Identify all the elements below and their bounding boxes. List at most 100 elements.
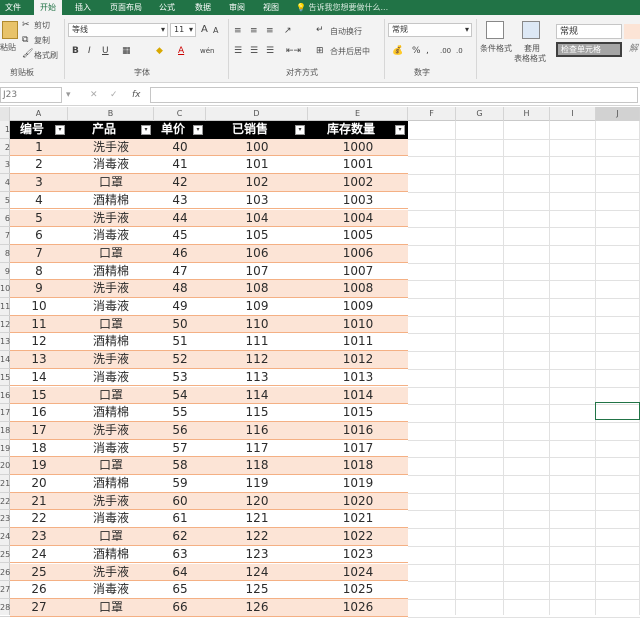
table-cell[interactable]: 44 [154, 210, 206, 228]
row-header[interactable]: 11 [0, 298, 10, 316]
italic-button[interactable]: I [88, 45, 91, 57]
format-painter-icon[interactable]: 🖌 [22, 48, 33, 60]
name-box[interactable]: J23 [0, 87, 62, 103]
row-header[interactable]: 18 [0, 422, 10, 440]
table-cell[interactable]: 1017 [308, 440, 408, 458]
table-cell[interactable]: 112 [206, 351, 308, 369]
table-cell[interactable]: 酒精棉 [68, 263, 154, 281]
row-header[interactable]: 7 [0, 227, 10, 245]
comma-icon[interactable]: , [426, 45, 429, 57]
column-header-c[interactable]: C [154, 107, 206, 121]
conditional-format-button[interactable]: 条件格式 [480, 43, 512, 54]
column-header-g[interactable]: G [456, 107, 504, 121]
table-cell[interactable]: 洗手液 [68, 139, 154, 157]
table-cell[interactable]: 43 [154, 192, 206, 210]
table-cell[interactable]: 1011 [308, 333, 408, 351]
enter-icon[interactable]: ✓ [110, 89, 118, 101]
tab-insert[interactable]: 插入 [70, 0, 96, 15]
row-header[interactable]: 20 [0, 457, 10, 475]
orientation-icon[interactable]: ↗ [284, 25, 292, 37]
filter-dropdown-icon[interactable]: ▾ [193, 125, 203, 135]
table-cell[interactable]: 107 [206, 263, 308, 281]
style-explanatory[interactable]: 解 [626, 42, 640, 57]
table-cell[interactable]: 62 [154, 528, 206, 546]
table-cell[interactable]: 1000 [308, 139, 408, 157]
table-cell[interactable]: 消毒液 [68, 227, 154, 245]
table-cell[interactable]: 1006 [308, 245, 408, 263]
table-cell[interactable]: 24 [10, 546, 68, 564]
table-cell[interactable]: 1012 [308, 351, 408, 369]
table-cell[interactable]: 酒精棉 [68, 475, 154, 493]
column-header-f[interactable]: F [408, 107, 456, 121]
currency-icon[interactable]: 💰 [392, 45, 403, 57]
column-header-h[interactable]: H [504, 107, 550, 121]
tab-review[interactable]: 审阅 [224, 0, 250, 15]
table-cell[interactable]: 消毒液 [68, 298, 154, 316]
table-cell[interactable]: 40 [154, 139, 206, 157]
border-icon[interactable]: ▦ [122, 45, 131, 57]
table-cell[interactable]: 酒精棉 [68, 546, 154, 564]
table-cell[interactable]: 4 [10, 192, 68, 210]
increase-decimal-icon[interactable]: .00 [440, 45, 451, 57]
table-cell[interactable]: 1024 [308, 564, 408, 582]
table-cell[interactable]: 10 [10, 298, 68, 316]
filter-dropdown-icon[interactable]: ▾ [141, 125, 151, 135]
decrease-decimal-icon[interactable]: .0 [456, 45, 463, 57]
align-center-icon[interactable]: ☰ [250, 45, 258, 57]
row-header[interactable]: 22 [0, 493, 10, 511]
row-header[interactable]: 28 [0, 599, 10, 617]
table-cell[interactable]: 消毒液 [68, 156, 154, 174]
table-cell[interactable]: 5 [10, 210, 68, 228]
column-header-j[interactable]: J [596, 107, 640, 121]
row-header[interactable]: 16 [0, 387, 10, 405]
column-header-i[interactable]: I [550, 107, 596, 121]
row-header[interactable]: 9 [0, 263, 10, 281]
font-size-select[interactable]: 11 ▾ [170, 23, 196, 37]
table-cell[interactable]: 1009 [308, 298, 408, 316]
table-cell[interactable]: 66 [154, 599, 206, 617]
row-header[interactable]: 2 [0, 139, 10, 157]
table-cell[interactable]: 108 [206, 280, 308, 298]
table-cell[interactable]: 114 [206, 387, 308, 405]
table-cell[interactable]: 1026 [308, 599, 408, 617]
table-cell[interactable]: 63 [154, 546, 206, 564]
table-cell[interactable]: 口罩 [68, 174, 154, 192]
table-cell[interactable]: 54 [154, 387, 206, 405]
row-header[interactable]: 15 [0, 369, 10, 387]
table-cell[interactable]: 酒精棉 [68, 404, 154, 422]
table-cell[interactable]: 1 [10, 139, 68, 157]
table-cell[interactable]: 消毒液 [68, 581, 154, 599]
table-cell[interactable]: 100 [206, 139, 308, 157]
table-cell[interactable]: 消毒液 [68, 440, 154, 458]
column-header-d[interactable]: D [206, 107, 308, 121]
align-bottom-icon[interactable]: ≡ [266, 25, 274, 37]
table-cell[interactable]: 酒精棉 [68, 192, 154, 210]
table-cell[interactable]: 1008 [308, 280, 408, 298]
row-header[interactable]: 19 [0, 440, 10, 458]
table-cell[interactable]: 116 [206, 422, 308, 440]
table-cell[interactable]: 11 [10, 316, 68, 334]
table-format-icon[interactable] [522, 21, 540, 39]
table-cell[interactable]: 口罩 [68, 387, 154, 405]
table-cell[interactable]: 117 [206, 440, 308, 458]
table-cell[interactable]: 45 [154, 227, 206, 245]
row-header[interactable]: 13 [0, 333, 10, 352]
table-cell[interactable]: 口罩 [68, 457, 154, 475]
table-cell[interactable]: 115 [206, 404, 308, 422]
table-cell[interactable]: 41 [154, 156, 206, 174]
column-header-a[interactable]: A [10, 107, 68, 121]
paste-icon[interactable] [2, 21, 18, 39]
underline-button[interactable]: U [102, 45, 109, 57]
table-cell[interactable]: 105 [206, 227, 308, 245]
row-header[interactable]: 3 [0, 156, 10, 175]
copy-button[interactable]: 复制 [34, 35, 50, 46]
table-cell[interactable]: 8 [10, 263, 68, 281]
scissors-icon[interactable]: ✂ [22, 19, 30, 31]
table-cell[interactable]: 口罩 [68, 316, 154, 334]
row-header[interactable]: 23 [0, 510, 10, 529]
tab-file[interactable]: 文件 [0, 0, 26, 15]
table-cell[interactable]: 口罩 [68, 528, 154, 546]
style-check-cell[interactable]: 检查单元格 [556, 42, 622, 57]
table-cell[interactable]: 20 [10, 475, 68, 493]
row-header[interactable]: 14 [0, 351, 10, 369]
